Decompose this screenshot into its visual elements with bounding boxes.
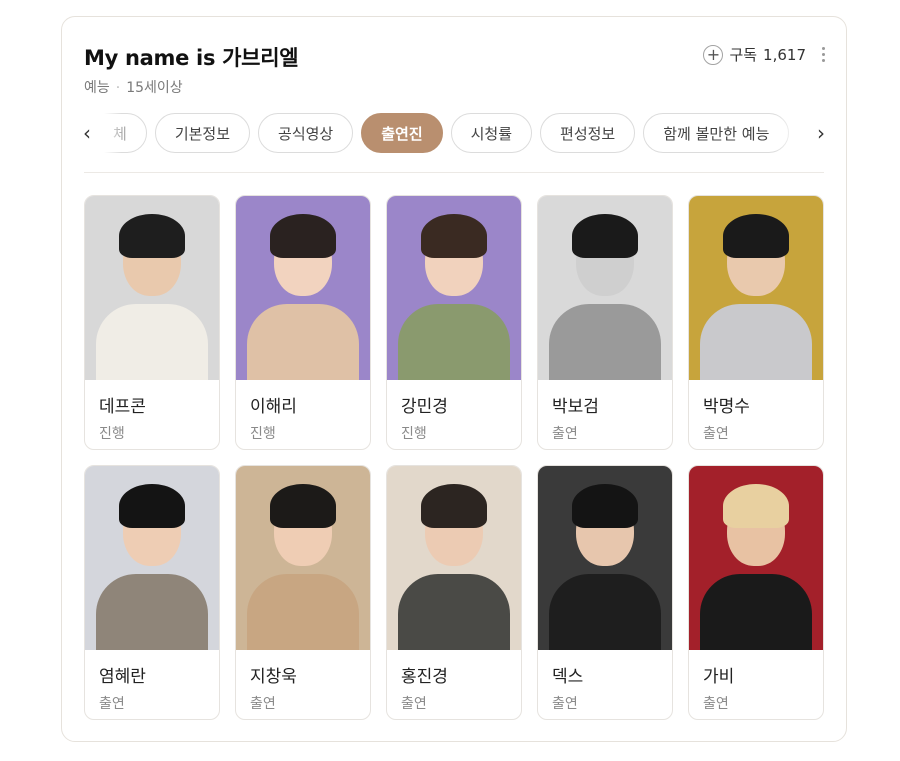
cast-card[interactable]: 가비출연	[688, 465, 824, 720]
cast-info: 지창욱출연	[236, 650, 370, 713]
photo-hair	[723, 484, 789, 528]
cast-info: 홍진경출연	[387, 650, 521, 713]
cast-card[interactable]: 홍진경출연	[386, 465, 522, 720]
cast-role: 출연	[401, 696, 427, 712]
cast-name[interactable]: 홍진경	[401, 662, 507, 687]
separator-dot: ·	[115, 80, 121, 96]
photo-torso	[398, 574, 510, 650]
cast-name[interactable]: 덱스	[552, 662, 658, 687]
subscribe-label: 구독	[729, 46, 758, 64]
cast-photo	[689, 466, 823, 650]
cast-card[interactable]: 지창욱출연	[235, 465, 371, 720]
photo-hair	[270, 214, 336, 258]
subscribe-button[interactable]: + 구독 1,617	[703, 44, 806, 65]
tab-5[interactable]: 편성정보	[540, 113, 636, 153]
cast-card[interactable]: 박명수출연	[688, 195, 824, 450]
cast-photo	[236, 196, 370, 380]
photo-torso	[247, 304, 359, 380]
cast-photo	[85, 196, 219, 380]
cast-name[interactable]: 가비	[703, 662, 809, 687]
tab-4[interactable]: 시청률	[450, 113, 533, 153]
photo-hair	[119, 214, 185, 258]
photo-torso	[96, 304, 208, 380]
tab-bar: ‹ 체 기본정보 공식영상 출연진 시청률 편성정보 함께 볼만한 예능 ›	[62, 112, 846, 154]
tab-0[interactable]: 체	[104, 113, 147, 153]
photo-hair	[572, 214, 638, 258]
tab-3[interactable]: 출연진	[361, 113, 443, 153]
cast-info: 염혜란출연	[85, 650, 219, 713]
tab-2[interactable]: 공식영상	[258, 113, 354, 153]
photo-torso	[549, 304, 661, 380]
photo-torso	[247, 574, 359, 650]
age-rating: 15세이상	[126, 80, 183, 96]
more-vertical-icon[interactable]	[822, 47, 826, 62]
cast-name[interactable]: 데프콘	[99, 392, 205, 417]
tab-6[interactable]: 함께 볼만한 예능	[643, 113, 790, 153]
cast-photo	[689, 196, 823, 380]
tab-1[interactable]: 기본정보	[154, 113, 251, 153]
program-card: My name is 가브리엘 예능 · 15세이상 + 구독 1,617 ‹ 체기…	[61, 16, 847, 742]
photo-torso	[700, 574, 812, 650]
cast-role: 출연	[552, 426, 578, 442]
plus-circle-icon: +	[703, 44, 724, 65]
photo-torso	[398, 304, 510, 380]
cast-name[interactable]: 지창욱	[250, 662, 356, 687]
cast-card[interactable]: 염혜란출연	[84, 465, 220, 720]
cast-photo	[538, 196, 672, 380]
cast-card[interactable]: 덱스출연	[537, 465, 673, 720]
cast-role: 진행	[99, 426, 125, 442]
cast-role: 출연	[250, 696, 276, 712]
cast-info: 강민경진행	[387, 380, 521, 443]
cast-role: 출연	[99, 696, 125, 712]
cast-name[interactable]: 박보검	[552, 392, 658, 417]
cast-name[interactable]: 강민경	[401, 392, 507, 417]
photo-torso	[96, 574, 208, 650]
cast-name[interactable]: 염혜란	[99, 662, 205, 687]
cast-photo	[387, 466, 521, 650]
cast-grid: 데프콘 진행 이해리 진행 강민경 진행 박보검 출연 박명수 출연 염혜란 출연 지창욱 출연 홍진경 출연…	[84, 195, 824, 720]
cast-info: 덱스출연	[538, 650, 672, 713]
program-title[interactable]: My name is 가브리엘	[84, 42, 299, 72]
cast-card[interactable]: 이해리진행	[235, 195, 371, 450]
cast-role: 출연	[703, 426, 729, 442]
photo-torso	[549, 574, 661, 650]
photo-hair	[421, 484, 487, 528]
cast-info: 데프콘진행	[85, 380, 219, 443]
divider	[84, 172, 824, 173]
tab-list: 체 기본정보 공식영상 출연진 시청률 편성정보 함께 볼만한 예능	[104, 112, 804, 154]
cast-photo	[538, 466, 672, 650]
photo-hair	[572, 484, 638, 528]
genre-label: 예능	[84, 80, 110, 96]
cast-photo	[387, 196, 521, 380]
cast-role: 진행	[250, 426, 276, 442]
cast-info: 박명수출연	[689, 380, 823, 443]
photo-hair	[723, 214, 789, 258]
cast-photo	[236, 466, 370, 650]
cast-card[interactable]: 박보검출연	[537, 195, 673, 450]
cast-name[interactable]: 이해리	[250, 392, 356, 417]
program-meta: 예능 · 15세이상	[84, 77, 183, 97]
subscribe-count: 1,617	[763, 45, 806, 64]
cast-photo	[85, 466, 219, 650]
cast-card[interactable]: 강민경진행	[386, 195, 522, 450]
photo-torso	[700, 304, 812, 380]
cast-card[interactable]: 데프콘진행	[84, 195, 220, 450]
cast-info: 박보검출연	[538, 380, 672, 443]
chevron-left-icon[interactable]: ‹	[76, 121, 98, 145]
cast-role: 출연	[552, 696, 578, 712]
photo-hair	[119, 484, 185, 528]
cast-info: 이해리진행	[236, 380, 370, 443]
photo-hair	[270, 484, 336, 528]
cast-role: 출연	[703, 696, 729, 712]
cast-name[interactable]: 박명수	[703, 392, 809, 417]
chevron-right-icon[interactable]: ›	[810, 121, 832, 145]
cast-role: 진행	[401, 426, 427, 442]
photo-hair	[421, 214, 487, 258]
cast-info: 가비출연	[689, 650, 823, 713]
